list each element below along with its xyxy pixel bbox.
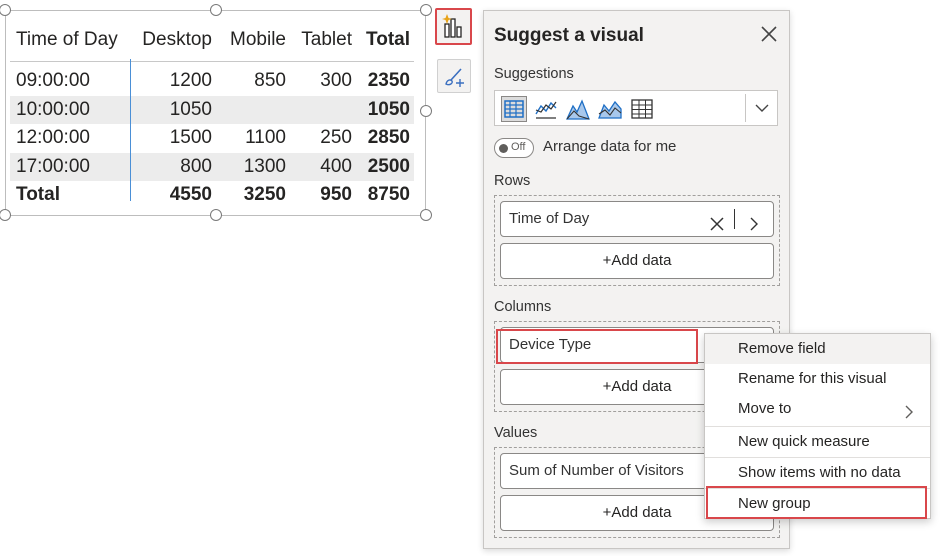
- cell-mobile: 1100: [245, 127, 286, 148]
- rows-add-data-button[interactable]: +Add data: [500, 243, 774, 279]
- menu-item-move-to-label: Move to: [738, 400, 792, 417]
- field-divider: [734, 209, 735, 229]
- suggestions-divider: [745, 94, 746, 122]
- matrix-table: Time of Day Desktop Mobile Tablet Total …: [10, 19, 414, 210]
- panel-title: Suggest a visual: [494, 25, 644, 46]
- columns-label: Columns: [494, 299, 552, 315]
- stacked-area-suggestion-icon[interactable]: [597, 96, 623, 122]
- device-type-highlight: [496, 329, 698, 364]
- cell-desktop: 1500: [169, 127, 212, 148]
- row-label: 10:00:00: [16, 98, 90, 120]
- chevron-right-icon[interactable]: [747, 211, 761, 245]
- menu-item-new-quick-measure[interactable]: New quick measure: [705, 427, 930, 457]
- cell-mobile: 850: [254, 70, 286, 91]
- cell-desktop: 1200: [169, 70, 212, 91]
- total-mobile: 3250: [243, 184, 286, 205]
- cell-tablet: 400: [320, 155, 352, 177]
- resize-handle-top[interactable]: [210, 4, 222, 16]
- matrix-header-row: Time of Day Desktop Mobile Tablet Total: [10, 19, 414, 62]
- arrange-data-toggle[interactable]: Off: [494, 138, 534, 158]
- totals-label: Total: [16, 184, 60, 205]
- row-label: 09:00:00: [16, 70, 90, 91]
- table-row: 17:00:00 800 1300 400 2500: [10, 152, 414, 181]
- rows-field-name: Time of Day: [509, 210, 590, 227]
- values-label: Values: [494, 425, 538, 441]
- cell-mobile: 1300: [243, 155, 286, 177]
- cell-total: 1050: [367, 98, 410, 120]
- table-suggestion-icon[interactable]: [629, 96, 655, 122]
- cell-total: 2350: [367, 70, 410, 91]
- menu-item-show-items-no-data[interactable]: Show items with no data: [705, 458, 930, 488]
- cell-desktop: 1050: [169, 98, 212, 120]
- area-chart-suggestion-icon[interactable]: [565, 96, 591, 122]
- table-row: 12:00:00 1500 1100 250 2850: [10, 124, 414, 153]
- table-row: 09:00:00 1200 850 300 2350: [10, 67, 414, 96]
- remove-field-icon[interactable]: [709, 211, 725, 245]
- cell-desktop: 800: [180, 155, 212, 177]
- total-desktop: 4550: [169, 184, 212, 205]
- format-visual-button[interactable]: [437, 59, 471, 93]
- matrix-suggestion-icon[interactable]: [501, 96, 527, 122]
- header-mobile[interactable]: Mobile: [230, 19, 286, 61]
- suggestions-label: Suggestions: [494, 66, 574, 82]
- visual-sparkle-icon: [442, 14, 462, 38]
- line-chart-suggestion-icon[interactable]: [533, 96, 559, 122]
- chevron-down-icon[interactable]: [753, 99, 771, 122]
- header-tablet[interactable]: Tablet: [301, 19, 352, 61]
- arrange-data-label: Arrange data for me: [543, 138, 677, 155]
- menu-item-rename[interactable]: Rename for this visual: [705, 364, 930, 394]
- row-label: 12:00:00: [16, 127, 90, 148]
- menu-item-remove-field[interactable]: Remove field: [705, 334, 930, 364]
- cell-total: 2850: [367, 127, 410, 148]
- suggest-visual-button[interactable]: [435, 8, 472, 45]
- menu-item-move-to[interactable]: Move to: [705, 394, 930, 424]
- resize-handle-top-right[interactable]: [420, 4, 432, 16]
- rows-field-pill[interactable]: Time of Day: [500, 201, 774, 237]
- resize-handle-bottom-left[interactable]: [0, 209, 11, 221]
- resize-handle-right[interactable]: [420, 105, 432, 117]
- resize-handle-top-left[interactable]: [0, 4, 11, 16]
- total-grand: 8750: [367, 184, 410, 205]
- toggle-knob: [499, 144, 508, 153]
- row-label: 17:00:00: [16, 155, 90, 177]
- row-header-divider: [130, 59, 131, 201]
- header-time-of-day[interactable]: Time of Day: [16, 19, 118, 61]
- suggestions-bar: [494, 90, 778, 126]
- cell-tablet: 300: [320, 70, 352, 91]
- cell-tablet: 250: [320, 127, 352, 148]
- toggle-state: Off: [511, 141, 526, 153]
- table-row: 10:00:00 1050 1050: [10, 95, 414, 124]
- header-desktop[interactable]: Desktop: [142, 19, 212, 61]
- rows-label: Rows: [494, 173, 531, 189]
- paintbrush-icon: [445, 68, 464, 87]
- matrix-visual[interactable]: Time of Day Desktop Mobile Tablet Total …: [0, 4, 432, 221]
- header-total[interactable]: Total: [366, 19, 410, 61]
- close-icon[interactable]: [760, 25, 778, 49]
- resize-handle-bottom[interactable]: [210, 209, 222, 221]
- new-group-highlight: [706, 486, 927, 519]
- values-field-name: Sum of Number of Visitors: [509, 462, 684, 479]
- totals-row: Total 4550 3250 950 8750: [10, 181, 414, 210]
- resize-handle-bottom-right[interactable]: [420, 209, 432, 221]
- rows-well: Time of Day +Add data: [494, 195, 780, 286]
- total-tablet: 950: [320, 184, 352, 205]
- cell-total: 2500: [367, 155, 410, 177]
